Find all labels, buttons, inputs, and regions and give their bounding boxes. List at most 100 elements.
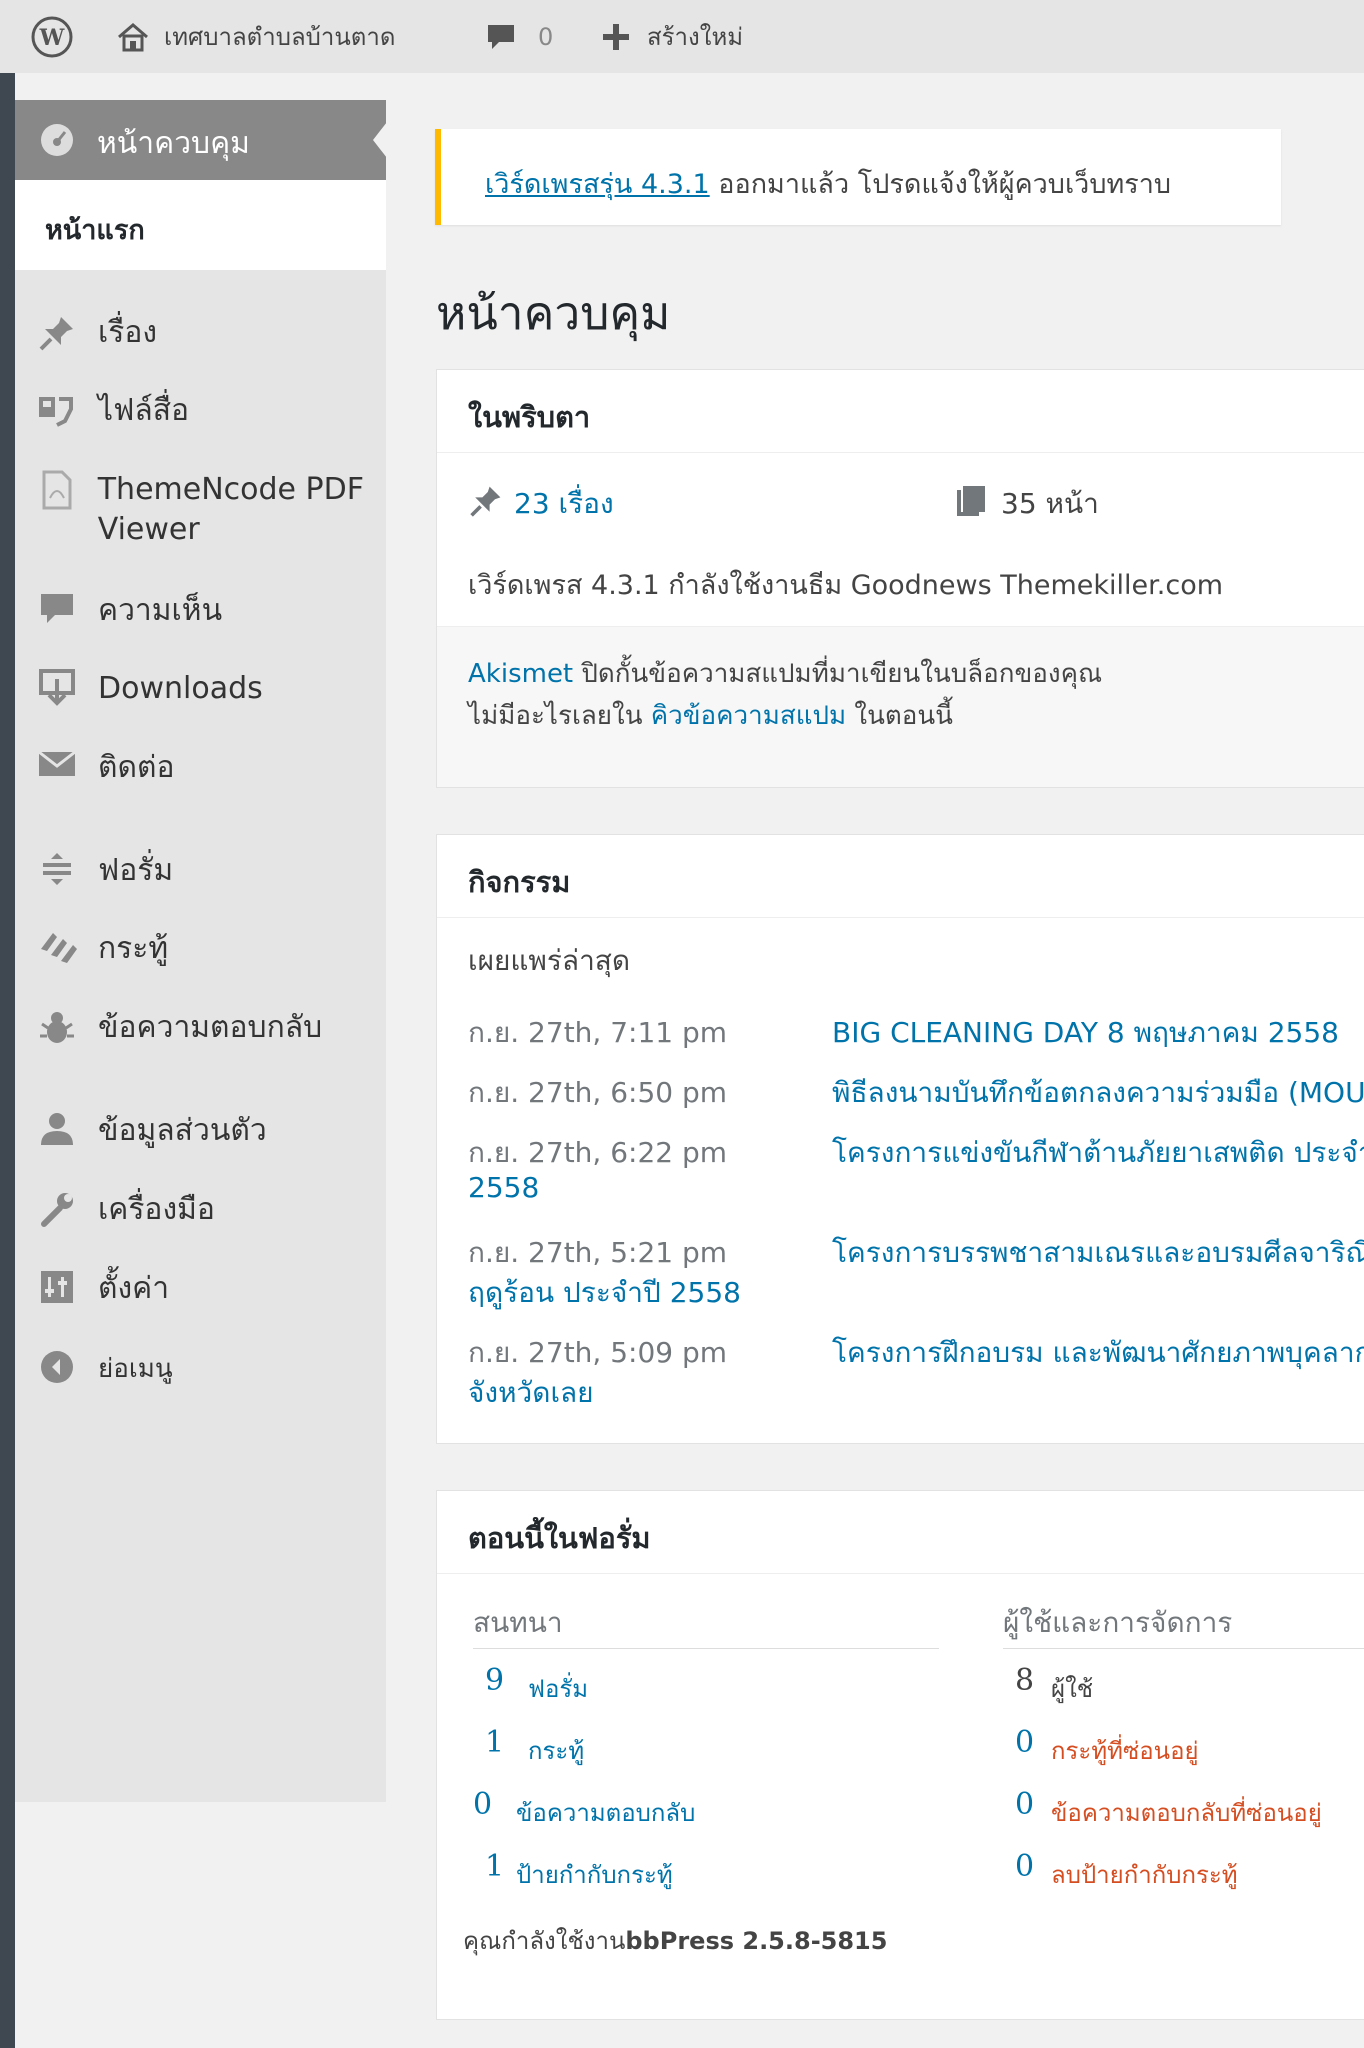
- menu-topics[interactable]: กระทู้: [15, 929, 386, 969]
- settings-icon: [35, 1269, 79, 1305]
- home-icon: [116, 22, 150, 52]
- posts-count-link[interactable]: 23 เรื่อง: [468, 482, 614, 526]
- menu-label: ข้อมูลส่วนตัว: [98, 1113, 267, 1148]
- update-link[interactable]: เวิร์ดเพรสรุ่น 4.3.1: [485, 169, 710, 200]
- glance-header[interactable]: ในพริบตา: [437, 370, 1364, 453]
- update-notice-rest: ออกมาแล้ว โปรดแจ้งให้ผู้ควบเว็บทราบ: [709, 169, 1172, 200]
- user-icon: [35, 1111, 79, 1147]
- activity-post-link[interactable]: โครงการแข่งขันกีฬาต้านภัยยาเสพติด ประจำ: [832, 1131, 1364, 1175]
- menu-dashboard[interactable]: หน้าควบคุม: [15, 100, 386, 180]
- forum-widget: ตอนนี้ในฟอรั่ม สนทนา ผู้ใช้และการจัดการ …: [436, 1490, 1364, 2020]
- stat-label: ป้ายกำกับกระทู้: [516, 1861, 673, 1889]
- stat-label: ข้อความตอบกลับ: [516, 1799, 696, 1827]
- stat-label: ข้อความตอบกลับที่ซ่อนอยู่: [1051, 1799, 1322, 1827]
- spam-suffix: ในตอนนี้: [846, 701, 953, 731]
- update-notice: เวิร์ดเพรสรุ่น 4.3.1 ออกมาแล้ว โปรดแจ้งใ…: [435, 129, 1281, 225]
- wordpress-logo-icon[interactable]: W: [30, 0, 74, 73]
- forum-icon: [35, 851, 79, 887]
- bbpress-version-bold: bbPress 2.5.8-5815: [625, 1927, 888, 1955]
- forum-stat-topics[interactable]: 1 กระทู้: [473, 1725, 933, 1771]
- admin-bar: W เทศบาลตำบลบ้านตาด 0 สร้างใหม่: [0, 0, 1364, 73]
- menu-pdf-viewer[interactable]: ThemeNcode PDF Viewer: [15, 470, 386, 550]
- site-name-link[interactable]: เทศบาลตำบลบ้านตาด: [116, 0, 395, 73]
- menu-settings[interactable]: ตั้งค่า: [15, 1269, 386, 1309]
- comments-link[interactable]: 0: [486, 0, 553, 73]
- menu-forums[interactable]: ฟอรั่ม: [15, 851, 386, 891]
- new-label: สร้างใหม่: [647, 23, 744, 51]
- menu-tools[interactable]: เครื่องมือ: [15, 1190, 386, 1230]
- stat-label: ฟอรั่ม: [528, 1675, 589, 1703]
- activity-header[interactable]: กิจกรรม: [437, 835, 1364, 918]
- topic-icon: [35, 929, 79, 965]
- mail-icon: [35, 748, 79, 780]
- stat-count: 9: [485, 1663, 505, 1698]
- menu-label: ตั้งค่า: [98, 1271, 170, 1306]
- media-icon: [35, 391, 79, 431]
- activity-post-link-wrap[interactable]: จังหวัดเลย: [468, 1371, 594, 1415]
- akismet-text: ปิดกั้นข้อความสแปมที่มาเขียนในบล็อกของคุ…: [573, 659, 1103, 689]
- pages-icon: [955, 484, 987, 525]
- menu-label: กระทู้: [98, 931, 169, 966]
- activity-date: ก.ย. 27th, 7:11 pm: [468, 1016, 728, 1049]
- menu-label: ความเห็น: [98, 593, 223, 628]
- forum-stat-deleted-tags[interactable]: 0 ลบป้ายกำกับกระทู้: [1003, 1849, 1364, 1895]
- glance-title: ในพริบตา: [468, 400, 591, 434]
- forum-stat-hidden-topics[interactable]: 0 กระทู้ที่ซ่อนอยู่: [1003, 1725, 1364, 1771]
- forum-stat-topic-tags[interactable]: 1 ป้ายกำกับกระทู้: [473, 1849, 933, 1895]
- activity-post-link-wrap[interactable]: 2558: [468, 1171, 539, 1204]
- menu-contact[interactable]: ติดต่อ: [15, 748, 386, 788]
- pin-icon: [35, 313, 79, 353]
- menu-posts[interactable]: เรื่อง: [15, 313, 386, 353]
- activity-post-link[interactable]: โครงการบรรพชาสามเณรและอบรมศีลจาริณี: [832, 1231, 1364, 1275]
- stat-count: 8: [1015, 1663, 1035, 1698]
- activity-subtitle: เผยแพร่ล่าสุด: [468, 944, 631, 977]
- stat-label: กระทู้ที่ซ่อนอยู่: [1051, 1737, 1199, 1765]
- menu-label: Downloads: [98, 671, 263, 706]
- activity-post-link[interactable]: พิธีลงนามบันทึกข้อตกลงความร่วมมือ (MOU: [832, 1071, 1364, 1115]
- users-moderation-header: ผู้ใช้และการจัดการ: [1003, 1606, 1233, 1639]
- stat-count: 0: [473, 1787, 493, 1822]
- page-title: หน้าควบคุม: [436, 286, 671, 340]
- activity-date: ก.ย. 27th, 6:50 pm: [468, 1076, 728, 1109]
- active-menu-arrow: [373, 122, 387, 158]
- left-edge-bar: [0, 0, 15, 2048]
- akismet-line: Akismet ปิดกั้นข้อความสแปมที่มาเขียนในบล…: [468, 653, 1102, 694]
- new-content-link[interactable]: สร้างใหม่: [601, 0, 743, 73]
- discussion-header: สนทนา: [473, 1606, 563, 1639]
- stat-count: 0: [1015, 1849, 1035, 1884]
- menu-label: ย่อเมนู: [98, 1354, 173, 1384]
- spam-line: ไม่มีอะไรเลยใน คิวข้อความสแปม ในตอนนี้: [468, 695, 953, 736]
- activity-post-link[interactable]: โครงการฝึกอบรม และพัฒนาศักยภาพบุคลาก: [832, 1331, 1364, 1375]
- stat-count: 0: [1015, 1787, 1035, 1822]
- activity-date: ก.ย. 27th, 5:21 pm: [468, 1236, 728, 1269]
- menu-label: ThemeNcode PDF Viewer: [97, 472, 364, 547]
- bbpress-version: คุณกำลังใช้งานbbPress 2.5.8-5815: [463, 1921, 887, 1960]
- pdf-icon: [35, 470, 79, 510]
- forum-stat-forums[interactable]: 9 ฟอรั่ม: [473, 1663, 933, 1709]
- stat-count: 1: [485, 1725, 505, 1760]
- posts-count: 23 เรื่อง: [514, 487, 614, 520]
- spam-queue-link[interactable]: คิวข้อความสแปม: [651, 701, 846, 731]
- akismet-link[interactable]: Akismet: [468, 659, 573, 689]
- forum-stat-replies[interactable]: 0 ข้อความตอบกลับ: [473, 1787, 933, 1833]
- menu-collapse[interactable]: ย่อเมนู: [15, 1349, 386, 1389]
- menu-profile[interactable]: ข้อมูลส่วนตัว: [15, 1111, 386, 1151]
- submenu-home[interactable]: หน้าแรก: [15, 180, 386, 270]
- pages-count: 35 หน้า: [1001, 487, 1099, 520]
- activity-post-link-wrap[interactable]: ฤดูร้อน ประจำปี 2558: [468, 1271, 741, 1315]
- menu-label: ฟอรั่ม: [98, 853, 174, 888]
- activity-title: กิจกรรม: [468, 865, 571, 899]
- menu-replies[interactable]: ข้อความตอบกลับ: [15, 1008, 386, 1048]
- forum-stat-users[interactable]: 8 ผู้ใช้: [1003, 1663, 1364, 1709]
- stat-count: 1: [485, 1849, 505, 1884]
- forum-header[interactable]: ตอนนี้ในฟอรั่ม: [437, 1491, 1364, 1574]
- collapse-icon: [35, 1349, 79, 1385]
- comment-icon: [35, 591, 79, 627]
- menu-media[interactable]: ไฟล์สื่อ: [15, 391, 386, 431]
- menu-comments[interactable]: ความเห็น: [15, 591, 386, 631]
- forum-stat-hidden-replies[interactable]: 0 ข้อความตอบกลับที่ซ่อนอยู่: [1003, 1787, 1364, 1833]
- pages-count-link[interactable]: 35 หน้า: [955, 482, 1099, 526]
- svg-text:W: W: [39, 25, 65, 51]
- activity-post-link[interactable]: BIG CLEANING DAY 8 พฤษภาคม 2558: [832, 1011, 1339, 1055]
- menu-downloads[interactable]: Downloads: [15, 669, 386, 709]
